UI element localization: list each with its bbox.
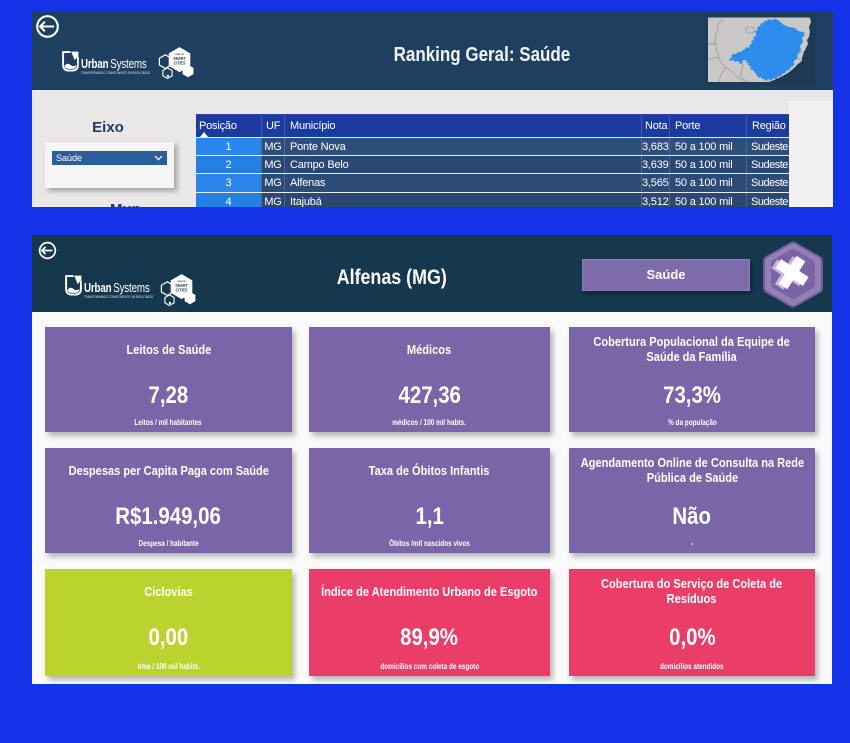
svg-text:CITIES: CITIES [175,287,188,293]
svg-text:CONNECTED: CONNECTED [176,281,186,283]
svg-text:CITIES: CITIES [174,60,187,66]
svg-text:CONNECTED: CONNECTED [175,54,185,56]
